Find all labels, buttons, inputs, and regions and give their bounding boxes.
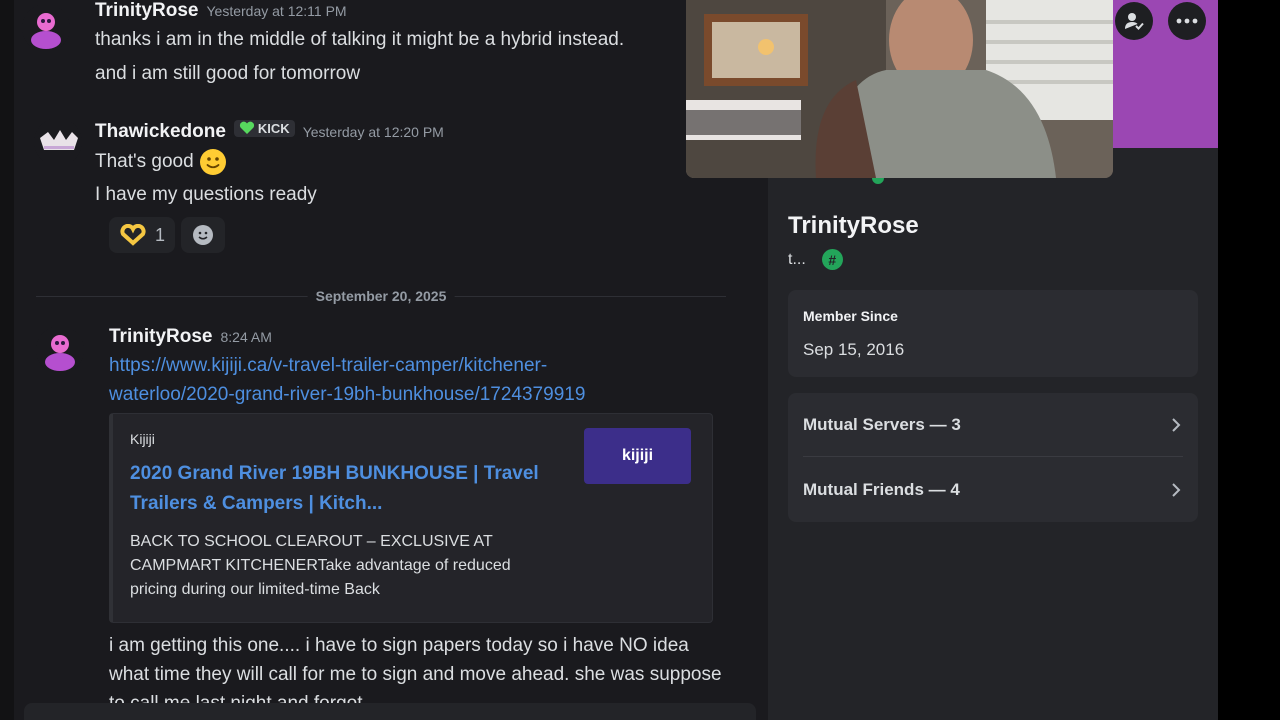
- add-reaction-icon: [193, 225, 214, 245]
- chat-gutter: [0, 0, 14, 720]
- kick-tag[interactable]: KICK: [233, 119, 295, 137]
- screen-edge: [1218, 0, 1280, 720]
- more-options-button[interactable]: [1168, 2, 1206, 40]
- mutual-friends-label: Mutual Friends — 4: [803, 480, 960, 499]
- avatar-trinityrose[interactable]: [36, 326, 84, 374]
- embed-thumbnail[interactable]: kijiji: [584, 428, 691, 484]
- kijiji-link[interactable]: waterloo/2020-grand-river-19bh-bunkhouse…: [109, 384, 585, 406]
- member-since-card: Member Since Sep 15, 2016: [788, 290, 1198, 377]
- avatar-thawickedone[interactable]: [34, 118, 82, 166]
- add-reaction-button[interactable]: [181, 217, 226, 253]
- member-since-value: Sep 15, 2016: [803, 340, 905, 359]
- member-since-label: Member Since: [803, 308, 898, 324]
- kijiji-link[interactable]: https://www.kijiji.ca/v-travel-trailer-c…: [109, 355, 547, 377]
- heart-hands-icon: [120, 224, 146, 246]
- embed-title[interactable]: 2020 Grand River 19BH BUNKHOUSE | Travel…: [130, 459, 570, 519]
- avatar-art: [22, 4, 70, 52]
- timestamp: Yesterday at 12:20 PM: [302, 124, 444, 140]
- username[interactable]: Thawickedone: [95, 121, 226, 143]
- mutual-servers-label: Mutual Servers — 3: [803, 414, 961, 434]
- message-text-content: That's good: [95, 151, 194, 173]
- timestamp: 8:24 AM: [220, 329, 272, 345]
- mutual-servers-row[interactable]: Mutual Servers — 3: [803, 393, 1183, 457]
- avatar-art: [34, 118, 82, 166]
- timestamp: Yesterday at 12:11 PM: [206, 3, 347, 19]
- heart-hands-reaction[interactable]: 1: [109, 217, 176, 253]
- heart-icon: [239, 121, 254, 134]
- profile-subtext: t... #: [788, 249, 843, 270]
- message-header: TrinityRose 8:24 AM: [109, 326, 272, 348]
- chevron-right-icon: [1172, 417, 1181, 432]
- mutual-friends-row[interactable]: Mutual Friends — 4: [803, 458, 1183, 522]
- message-header: TrinityRose Yesterday at 12:11 PM: [95, 0, 347, 22]
- slightly-smiling-face-icon: [199, 149, 226, 175]
- message-text: and i am still good for tomorrow: [95, 63, 361, 84]
- username[interactable]: TrinityRose: [109, 326, 212, 348]
- kijiji-logo: kijiji: [621, 447, 654, 464]
- profile-pronouns: t...: [788, 250, 806, 268]
- webcam-overlay: [686, 0, 1113, 178]
- chat-pane: TrinityRose Yesterday at 12:11 PM thanks…: [0, 0, 768, 720]
- add-friend-icon: [1125, 13, 1144, 30]
- link-embed: Kijiji 2020 Grand River 19BH BUNKHOUSE |…: [109, 413, 713, 623]
- add-friend-button[interactable]: [1115, 2, 1153, 40]
- tag-label: KICK: [257, 120, 290, 136]
- date-divider: September 20, 2025: [36, 288, 726, 304]
- webcam-feed-image: [686, 0, 1113, 178]
- message-header: Thawickedone KICK Yesterday at 12:20 PM: [95, 119, 444, 143]
- date-divider-label: September 20, 2025: [307, 288, 455, 304]
- mutuals-card: Mutual Servers — 3 Mutual Friends — 4: [788, 393, 1198, 522]
- chevron-right-icon: [1172, 483, 1181, 497]
- username[interactable]: TrinityRose: [95, 0, 198, 22]
- embed-provider[interactable]: Kijiji: [130, 431, 155, 447]
- message-composer[interactable]: [24, 703, 756, 720]
- embed-description: BACK TO SCHOOL CLEAROUT – EXCLUSIVE AT C…: [130, 533, 511, 598]
- message-text: I have my questions ready: [95, 184, 317, 205]
- reaction-bar: 1: [109, 217, 226, 253]
- more-dots-icon: [1176, 18, 1198, 24]
- avatar-trinityrose[interactable]: [22, 4, 70, 52]
- message-text: That's good: [95, 148, 227, 176]
- hash-badge-icon[interactable]: #: [821, 249, 843, 270]
- profile-name: TrinityRose: [788, 212, 919, 239]
- message-text: thanks i am in the middle of talking it …: [95, 29, 625, 50]
- avatar-art: [36, 326, 84, 374]
- reaction-count: 1: [155, 224, 166, 245]
